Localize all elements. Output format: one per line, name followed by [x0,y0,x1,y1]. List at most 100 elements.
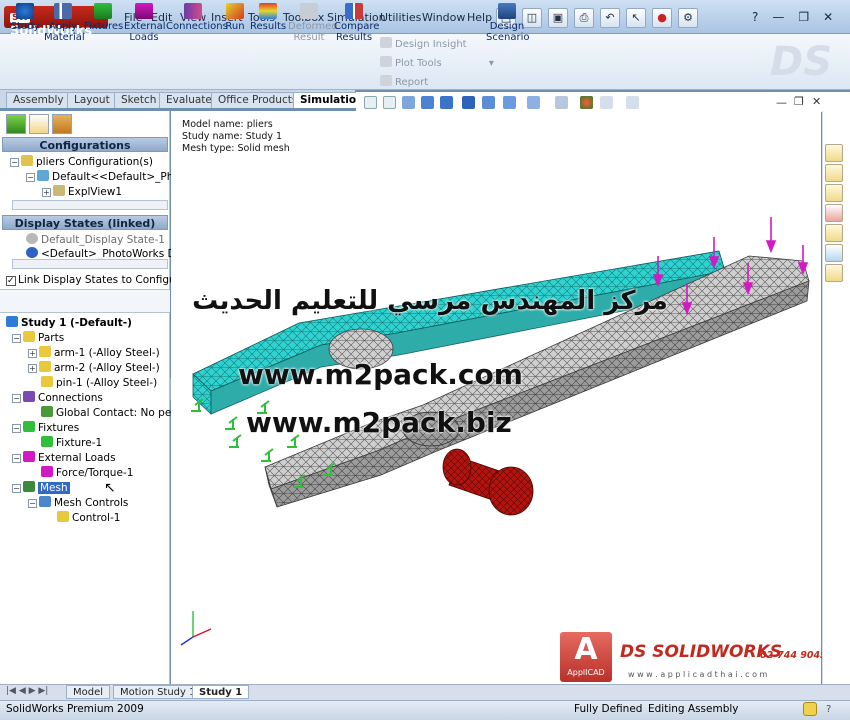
study-button[interactable]: Study [8,2,42,54]
restore-icon[interactable]: ❐ [798,10,809,28]
appearances-icon[interactable] [825,244,843,262]
rebuild-traffic-light-icon[interactable]: ● [652,8,672,28]
tab-assembly[interactable]: Assembly [6,92,71,108]
results-button[interactable]: Results [250,2,286,54]
study-root-item[interactable]: Study 1 (-Default-) [6,316,132,329]
design-scenario-button[interactable]: Design Scenario [486,2,530,54]
property-manager-tab-icon[interactable] [29,114,49,134]
edit-appearance-icon[interactable] [503,96,516,109]
file-explorer-icon[interactable] [825,184,843,202]
connections-button[interactable]: Connections [166,2,228,54]
collapse-icon[interactable]: − [12,334,21,343]
undo-icon[interactable]: ↶ [600,8,620,28]
tab-office-products[interactable]: Office Products [211,92,305,108]
display-states-scrollbar[interactable] [12,259,168,269]
mesh-controls-item[interactable]: − Mesh Controls [28,496,128,509]
fixture-1-item[interactable]: Fixture-1 [41,436,102,449]
menu-utilities[interactable]: Utilities [380,11,421,24]
shadows-icon[interactable] [600,96,613,109]
config-root-item[interactable]: − pliers Configuration(s) [10,155,153,168]
options-icon[interactable]: ⚙ [678,8,698,28]
part-arm-1-item[interactable]: + arm-1 (-Alloy Steel-) [28,346,160,359]
external-loads-button[interactable]: External Loads [124,2,166,54]
view-palette-icon[interactable] [825,224,843,242]
expand-icon[interactable]: + [42,188,51,197]
parts-item[interactable]: − Parts [12,331,64,344]
realview-icon[interactable] [580,96,593,109]
configurations-scrollbar[interactable] [12,200,168,210]
global-contact-item[interactable]: Global Contact: No penet [41,406,189,419]
collapse-icon[interactable]: − [12,424,21,433]
graphics-area[interactable] [171,111,821,685]
tab-scroll-arrows[interactable]: |◀ ◀ ▶ ▶| [6,686,48,696]
viewport-minimize-icon[interactable]: — [776,96,787,109]
apply-scene-icon[interactable] [527,96,540,109]
help-question-icon[interactable]: ? [752,10,758,28]
zoom-area-icon[interactable] [383,96,396,109]
perspective-icon[interactable] [626,96,639,109]
home-icon[interactable] [825,144,843,162]
collapse-icon[interactable]: − [12,454,21,463]
quick-tips-icon[interactable] [803,702,817,716]
design-insight-button[interactable]: Design Insight [380,37,467,50]
collapse-icon[interactable]: − [10,158,19,167]
compare-results-button[interactable]: Compare Results [334,2,379,54]
collapse-icon[interactable]: − [26,173,35,182]
mesh-item[interactable]: − Mesh [12,481,70,494]
view-orientation-icon[interactable] [440,96,453,109]
report-button[interactable]: Report [380,75,428,88]
fixtures-item[interactable]: − Fixtures [12,421,79,434]
search-icon[interactable] [825,204,843,222]
explview-item[interactable]: + ExplView1 [42,185,122,198]
minimize-icon[interactable]: — [772,10,784,28]
apply-material-button[interactable]: Apply Material [44,2,85,54]
viewport-close-icon[interactable]: ✕ [812,95,821,108]
display-style-icon[interactable] [462,96,475,109]
tab-model[interactable]: Model [66,685,111,699]
menu-window[interactable]: Window [422,11,465,24]
control-1-item[interactable]: Control-1 [57,511,120,524]
save-icon[interactable]: ▣ [548,8,568,28]
select-pointer-icon[interactable]: ↖ [626,8,646,28]
previous-view-icon[interactable] [402,96,415,109]
connections-item[interactable]: − Connections [12,391,103,404]
design-scenario-label-2: Scenario [486,32,530,43]
design-library-icon[interactable] [825,164,843,182]
custom-properties-icon[interactable] [825,264,843,282]
section-view-icon[interactable] [421,96,434,109]
deformed-result-button[interactable]: Deformed Result [288,2,338,54]
configuration-manager-tab-icon[interactable] [52,114,72,134]
plot-tools-button[interactable]: Plot Tools ▾ [380,56,494,69]
collapse-icon[interactable]: − [12,394,21,403]
tab-sketch[interactable]: Sketch [114,92,164,108]
part-pin-1-item[interactable]: pin-1 (-Alloy Steel-) [41,376,157,389]
tab-layout[interactable]: Layout [67,92,117,108]
expand-icon[interactable]: + [28,349,37,358]
zoom-to-fit-icon[interactable] [364,96,377,109]
tab-study-1[interactable]: Study 1 [192,685,250,699]
external-loads-item[interactable]: − External Loads [12,451,116,464]
print-icon[interactable]: ⎙ [574,8,594,28]
status-mode: Editing Assembly [648,703,739,715]
hide-show-items-icon[interactable] [482,96,495,109]
viewport-restore-icon[interactable]: ❐ [794,95,804,108]
mesh-controls-icon [39,496,51,507]
feature-manager-tab-icon[interactable] [6,114,26,134]
collapse-icon[interactable]: − [28,499,37,508]
config-default-item[interactable]: − Default<<Default>_Photo [26,170,190,183]
part-arm-2-item[interactable]: + arm-2 (-Alloy Steel-) [28,361,160,374]
fixtures-button[interactable]: Fixtures [84,2,123,54]
close-icon[interactable]: ✕ [823,10,833,28]
expand-icon[interactable]: + [28,364,37,373]
display-state-1-item[interactable]: Default_Display State-1 [26,233,165,246]
plot-tools-dropdown-icon[interactable]: ▾ [489,58,494,69]
force-torque-item[interactable]: Force/Torque-1 [41,466,133,479]
view-settings-icon[interactable] [555,96,568,109]
help-question-icon[interactable]: ? [826,704,831,715]
tab-evaluate[interactable]: Evaluate [159,92,219,108]
run-button[interactable]: Run [222,2,248,54]
pane-splitter[interactable] [0,289,170,313]
collapse-icon[interactable]: − [12,484,21,493]
brand-website: w w w . a p p l i c a d t h a i . c o m [628,670,768,679]
tab-motion-study-1[interactable]: Motion Study 1 [113,685,203,699]
